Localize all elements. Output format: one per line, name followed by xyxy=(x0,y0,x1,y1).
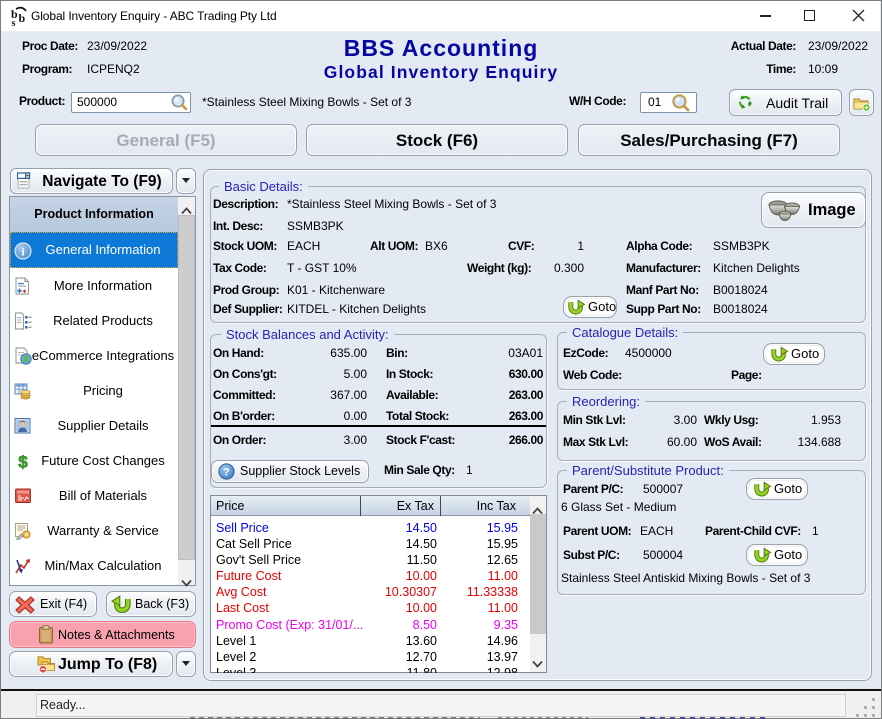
svg-text:?: ? xyxy=(223,467,230,479)
svg-text:b: b xyxy=(19,11,26,25)
svg-text:$: $ xyxy=(18,453,28,471)
svg-text:s: s xyxy=(12,18,16,27)
